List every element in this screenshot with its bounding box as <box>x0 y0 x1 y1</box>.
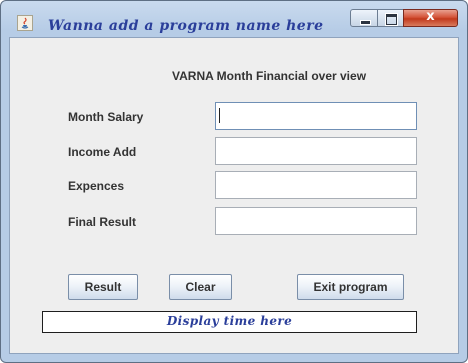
expences-label: Expences <box>68 179 125 193</box>
window-title: Wanna add a program name here <box>48 18 324 34</box>
close-icon: x <box>426 9 435 24</box>
result-button[interactable]: Result <box>68 274 138 300</box>
clear-button[interactable]: Clear <box>169 274 232 300</box>
income-add-label: Income Add <box>68 145 137 159</box>
close-button[interactable]: x <box>403 9 458 27</box>
status-display: Display time here <box>42 311 417 333</box>
exit-program-button[interactable]: Exit program <box>297 274 404 300</box>
title-bar[interactable]: Wanna add a program name here x <box>1 1 467 37</box>
expences-input[interactable] <box>215 171 417 199</box>
maximize-icon <box>385 13 398 26</box>
minimize-icon <box>360 20 371 25</box>
java-icon[interactable] <box>17 15 33 31</box>
minimize-button[interactable] <box>350 9 378 27</box>
income-add-input[interactable] <box>215 137 417 165</box>
maximize-button[interactable] <box>377 9 404 27</box>
window-controls: x <box>350 9 458 29</box>
final-result-label: Final Result <box>68 215 137 229</box>
status-text: Display time here <box>166 314 293 328</box>
form-heading: VARNA Month Financial over view <box>172 69 367 83</box>
final-result-input[interactable] <box>215 207 417 235</box>
text-caret <box>219 108 220 123</box>
month-salary-input[interactable] <box>215 102 417 130</box>
month-salary-label: Month Salary <box>68 110 144 124</box>
